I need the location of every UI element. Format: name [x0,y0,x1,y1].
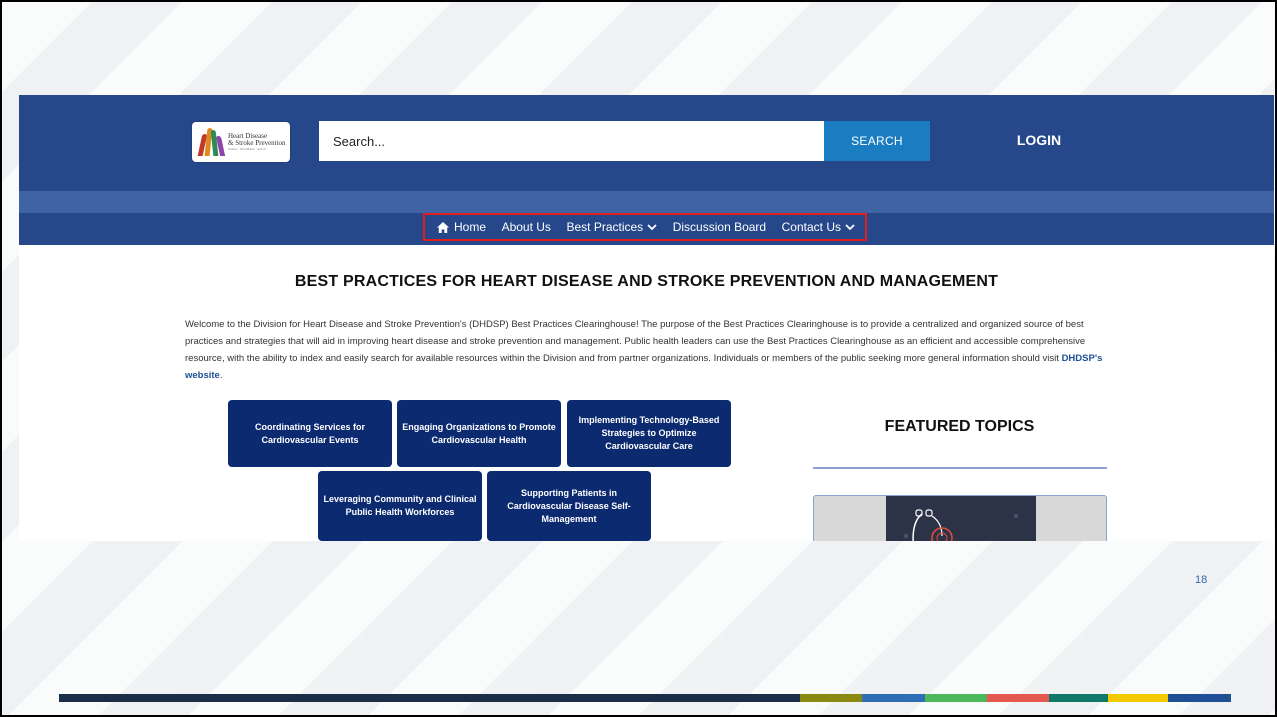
nav-bar: Home About Us Best Practices Discussion … [19,213,1274,245]
search-button[interactable]: SEARCH [824,121,930,161]
site-header: Heart Disease & Stroke Prevention Scienc… [19,95,1274,191]
featured-topic-image [886,496,1036,541]
nav-label-best-practices: Best Practices [566,220,644,234]
featured-topic-card[interactable] [813,495,1107,541]
topic-button-supporting-patients[interactable]: Supporting Patients in Cardiovascular Di… [487,471,651,541]
topic-button-implementing-technology[interactable]: Implementing Technology-Based Strategies… [567,400,731,467]
topic-button-engaging-organizations[interactable]: Engaging Organizations to Promote Cardio… [397,400,561,467]
intro-text: Welcome to the Division for Heart Diseas… [185,319,1086,364]
nav-item-discussion-board[interactable]: Discussion Board [673,220,766,234]
nav-label-contact-us: Contact Us [781,220,841,234]
header-stripe [19,191,1274,213]
nav-label-discussion-board: Discussion Board [672,220,767,234]
website-screenshot: Heart Disease & Stroke Prevention Scienc… [19,95,1274,541]
featured-divider [813,467,1107,469]
featured-topics-title: FEATURED TOPICS [884,418,1035,435]
intro-end: . [219,370,223,381]
bottom-bar-segment [925,694,987,702]
bottom-bar-segment [1108,694,1168,702]
bottom-bar-segment [987,694,1049,702]
bottom-bar-segment [1049,694,1108,702]
bottom-bar-segment [1168,694,1231,702]
bottom-bar-segment [800,694,862,702]
topic-button-coordinating-services[interactable]: Coordinating Services for Cardiovascular… [228,400,392,467]
heart-device-icon [904,509,1018,541]
nav-item-about-us[interactable]: About Us [502,220,551,234]
search-input[interactable] [319,121,824,161]
logo-text: Heart Disease & Stroke Prevention Scienc… [228,133,286,152]
nav-item-home[interactable]: Home [437,220,486,234]
chevron-down-icon [845,223,855,230]
slide-page-number: 18 [1195,574,1208,586]
logo-tagline: Science · Surveillance · Action [228,147,266,151]
slide: Heart Disease & Stroke Prevention Scienc… [0,0,1277,717]
chevron-down-icon [647,223,657,230]
logo-figures-icon [197,128,226,156]
nav-item-best-practices[interactable]: Best Practices [566,220,657,234]
page-title: BEST PRACTICES FOR HEART DISEASE AND STR… [294,273,999,290]
nav-label-about-us: About Us [501,220,551,234]
intro-paragraph: Welcome to the Division for Heart Diseas… [185,316,1110,384]
bottom-bar-segment [862,694,925,702]
nav-label-home: Home [454,220,487,234]
nav-item-contact-us[interactable]: Contact Us [782,220,855,234]
topic-button-leveraging-community[interactable]: Leveraging Community and Clinical Public… [318,471,482,541]
slide-bottom-color-bar [59,694,1231,702]
logo-line-2: & Stroke Prevention [228,139,286,147]
nav-highlight-box: Home About Us Best Practices Discussion … [423,213,867,241]
login-link[interactable]: LOGIN [1009,132,1069,148]
site-logo[interactable]: Heart Disease & Stroke Prevention Scienc… [192,122,290,162]
home-icon [437,221,449,233]
bottom-bar-segment [59,694,800,702]
